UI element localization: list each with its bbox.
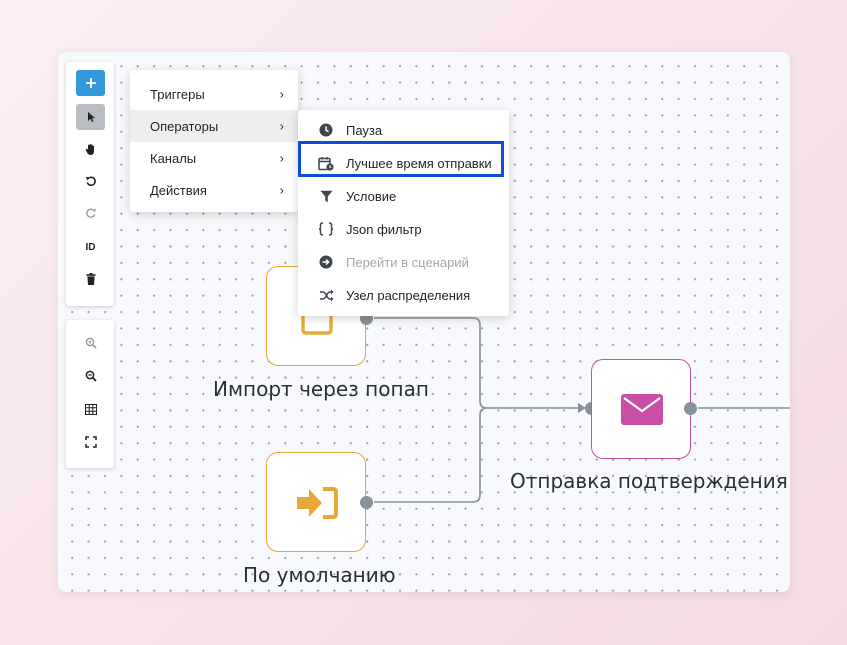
menu-item-triggers[interactable]: Триггеры › [130, 78, 298, 110]
filter-icon [320, 190, 332, 202]
redo-icon [85, 208, 96, 218]
grid-toggle-button[interactable] [76, 396, 105, 422]
add-node-menu: Триггеры › Операторы › Каналы › Действия… [130, 70, 298, 212]
submenu-item-distribution-node[interactable]: Узел распределения [298, 280, 509, 310]
submenu-item-label: Узел распределения [346, 287, 471, 303]
workflow-canvas[interactable]: ID Импорт через попап По умолчанию Отпра… [58, 52, 790, 592]
focus-highlight [298, 141, 504, 177]
submenu-item-go-to-scenario[interactable]: Перейти в сценарий [298, 247, 509, 277]
submenu-item-label: Пауза [346, 122, 383, 138]
chevron-right-icon: › [279, 150, 284, 166]
edit-toolbar: ID [66, 62, 114, 306]
node-title: Отправка подтверждения [510, 469, 788, 493]
menu-item-label: Каналы [150, 150, 197, 166]
view-toolbar [66, 320, 114, 468]
fit-view-button[interactable] [76, 429, 105, 455]
submenu-item-label: Условие [346, 188, 397, 204]
cursor-icon [87, 112, 95, 122]
chevron-right-icon: › [279, 182, 284, 198]
id-label: ID [85, 241, 96, 253]
clock-icon [319, 123, 333, 137]
chevron-right-icon: › [279, 86, 284, 102]
envelope-icon [621, 394, 663, 425]
trash-icon [86, 273, 95, 285]
zoom-out-icon [85, 370, 97, 382]
zoom-out-button[interactable] [76, 363, 105, 389]
arrow-circle-right-icon [319, 255, 333, 269]
menu-item-label: Операторы [150, 118, 219, 134]
submenu-item-label: Json фильтр [346, 221, 422, 237]
menu-item-operators[interactable]: Операторы › [130, 110, 298, 142]
add-button[interactable] [76, 70, 105, 96]
expand-icon [84, 436, 97, 448]
zoom-in-button[interactable] [76, 330, 105, 356]
menu-item-channels[interactable]: Каналы › [130, 142, 298, 174]
node-title: По умолчанию [243, 563, 396, 587]
node-send-confirmation[interactable] [591, 359, 691, 459]
hand-icon [85, 143, 94, 155]
braces-icon [318, 222, 334, 236]
node-default[interactable] [266, 452, 366, 552]
delete-button[interactable] [76, 266, 105, 292]
pan-tool-button[interactable] [76, 136, 105, 162]
port-default-out[interactable] [360, 496, 373, 509]
sign-in-icon [297, 487, 338, 519]
port-confirmation-out[interactable] [684, 402, 697, 415]
node-title: Импорт через попап [213, 377, 429, 401]
menu-item-actions[interactable]: Действия › [130, 174, 298, 206]
grid-icon [84, 403, 97, 415]
shuffle-icon [319, 289, 334, 301]
submenu-item-condition[interactable]: Условие [298, 181, 509, 211]
plus-icon [85, 78, 96, 88]
menu-item-label: Действия [150, 182, 207, 198]
chevron-right-icon: › [279, 118, 284, 134]
redo-button[interactable] [76, 200, 105, 226]
select-tool-button[interactable] [76, 104, 105, 130]
undo-button[interactable] [76, 168, 105, 194]
undo-icon [85, 176, 96, 187]
menu-item-label: Триггеры [150, 86, 205, 102]
submenu-item-json-filter[interactable]: Json фильтр [298, 214, 509, 244]
edge-default-to-confirmation [374, 407, 488, 503]
submenu-item-label: Перейти в сценарий [346, 254, 469, 270]
show-id-button[interactable]: ID [76, 234, 105, 260]
zoom-in-icon [85, 337, 97, 349]
